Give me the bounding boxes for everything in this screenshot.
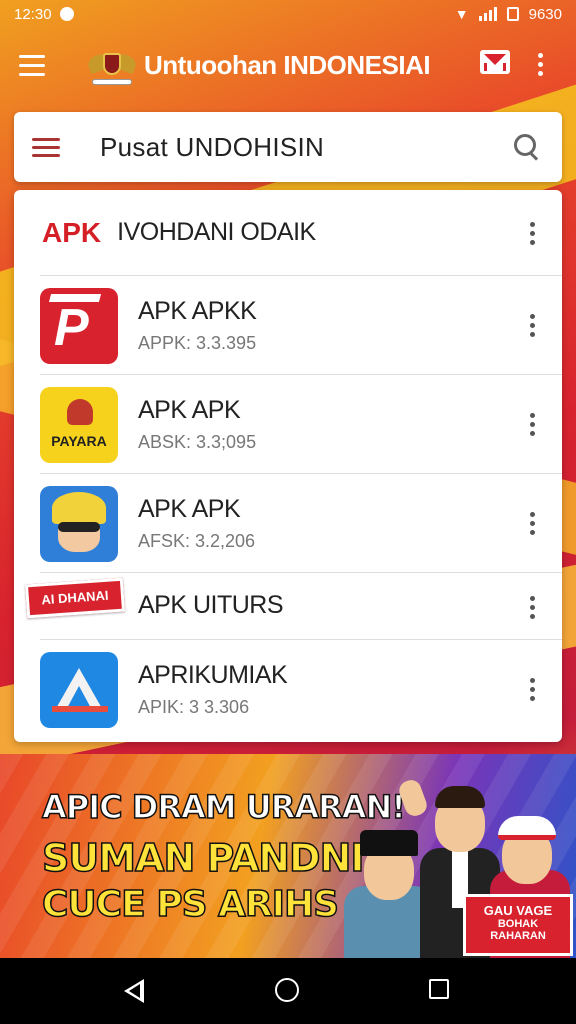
promo-sign-line-2: BOHAK <box>497 918 539 930</box>
item-more-icon[interactable] <box>520 307 544 343</box>
promo-sign: GAU VAGE BOHAK RAHARAN <box>463 894 573 956</box>
recent-apps-icon[interactable] <box>429 979 449 999</box>
item-more-icon[interactable] <box>520 406 544 442</box>
list-item[interactable]: PAYARA APK APK ABSK: 3.3;095 <box>40 375 562 474</box>
navigation-bar <box>0 958 576 1024</box>
item-more-icon[interactable] <box>520 671 544 707</box>
list-item[interactable]: AI DHANAI APK UITURS <box>24 573 562 640</box>
notification-icon <box>59 7 74 21</box>
list-item[interactable]: P APK APKK APPK: 3.3.395 <box>40 276 562 375</box>
overflow-menu-icon[interactable] <box>522 46 558 82</box>
mail-icon[interactable] <box>480 50 510 74</box>
item-subtitle: AFSK: 3.2,206 <box>138 531 256 551</box>
wifi-icon: ▼ <box>454 6 469 22</box>
apk-tag: APK <box>42 216 102 248</box>
promo-line-3: CUCE PS ARIHS <box>41 883 340 926</box>
item-subtitle: ABSK: 3.3;095 <box>138 432 257 452</box>
item-subtitle: APPK: 3.3.395 <box>138 333 257 353</box>
list-item[interactable]: APK APK AFSK: 3.2,206 <box>40 474 562 573</box>
item-title: APK APK <box>138 396 241 424</box>
back-icon[interactable] <box>124 979 144 1003</box>
header-more-icon[interactable] <box>520 215 544 251</box>
list-item[interactable]: APRIKUMIAK APIK: 3 3.306 <box>40 640 562 739</box>
search-icon[interactable] <box>514 134 540 160</box>
garuda-yellow-icon: PAYARA <box>40 387 118 463</box>
item-title: APRIKUMIAK <box>138 661 288 689</box>
promo-sign-line-1: GAU VAGE <box>483 903 553 918</box>
status-time: 12:30 <box>14 5 52 23</box>
banner-icon: AI DHANAI <box>24 577 126 619</box>
app-bar: Untuoohan INDONESIAI <box>0 28 576 102</box>
item-title: APK UITURS <box>138 591 284 619</box>
item-subtitle: APIK: 3 3.306 <box>138 697 250 717</box>
list-header: APK IVOHDANI ODAIK <box>40 190 562 276</box>
item-more-icon[interactable] <box>520 589 544 625</box>
promo-banner[interactable]: APIC DRAM URARAN! SUMAN PANDNI! CUCE PS … <box>0 754 576 958</box>
icon-label: AI DHANAI <box>40 587 109 608</box>
promo-sign-line-3: RAHARAN <box>490 930 546 942</box>
item-title: APK APK <box>138 495 241 523</box>
menu-button[interactable] <box>0 33 64 97</box>
icon-label: PAYARA <box>51 433 107 449</box>
battery-text: 9630 <box>528 5 562 23</box>
red-p-icon: P <box>40 288 118 364</box>
triangle-logo-icon <box>40 652 118 728</box>
search-text[interactable]: Pusat UNDOHISIN <box>100 132 324 163</box>
promo-line-2: SUMAN PANDNI! <box>41 835 381 881</box>
signal-icon <box>478 7 497 21</box>
item-title: APK APKK <box>138 297 257 325</box>
search-bar[interactable]: Pusat UNDOHISIN <box>14 112 562 182</box>
search-menu-icon[interactable] <box>14 137 78 157</box>
home-icon[interactable] <box>275 978 299 1002</box>
app-title: Untuoohan INDONESIAI <box>144 49 431 80</box>
list-header-title: IVOHDANI ODAIK <box>117 218 316 246</box>
garuda-logo-icon <box>85 45 139 85</box>
status-bar: 12:30 ▼ 9630 <box>0 0 576 28</box>
item-more-icon[interactable] <box>520 505 544 541</box>
helmet-character-icon <box>40 486 118 562</box>
battery-icon <box>506 7 519 21</box>
app-list-card: APK IVOHDANI ODAIK P APK APKK APPK: 3.3.… <box>14 190 562 742</box>
promo-line-1: APIC DRAM URARAN! <box>41 787 406 827</box>
